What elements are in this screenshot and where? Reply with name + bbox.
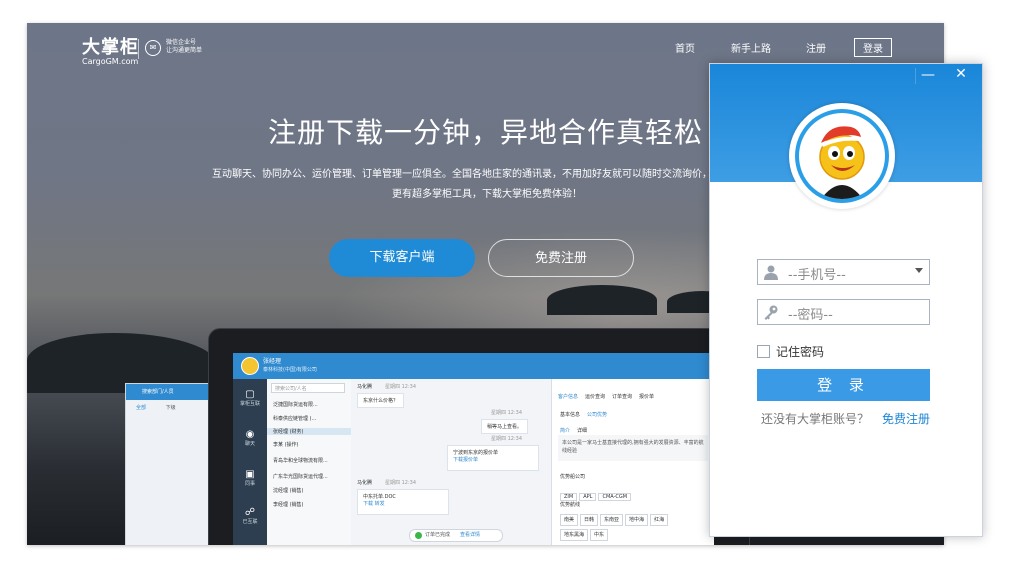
chat-time: 星期四 12:34 bbox=[491, 410, 522, 416]
phone-field[interactable]: --手机号-- bbox=[757, 259, 930, 285]
list-item: 广东华光国际货运代理... bbox=[273, 474, 328, 480]
chat-time: 星期四 12:34 bbox=[385, 480, 416, 486]
chat-sender: 马化腾 bbox=[357, 480, 373, 486]
list-item: 张经理 (财务) bbox=[267, 428, 351, 435]
info-tabs: 客户信息 运价查询 订单查询 报价单 bbox=[558, 383, 661, 402]
panel-tab-all: 全部 bbox=[136, 405, 147, 411]
chat-bubble: 稍等马上查看。 bbox=[481, 419, 529, 434]
app-info-panel: 客户信息 运价查询 订单查询 报价单 基本信息 公司优势 简介 详细 本公司是一家马士基直… bbox=[551, 379, 714, 545]
colleagues-icon: ▣ bbox=[245, 469, 255, 480]
no-account-text: 还没有大掌柜账号？ bbox=[761, 412, 870, 426]
nav-register[interactable]: 注册 bbox=[806, 40, 826, 55]
user-icon bbox=[764, 265, 778, 280]
app-chat-area: 马化腾 星期四 12:34 东京什么价格？ 星期四 12:34 稍等马上查看。 … bbox=[351, 379, 551, 545]
nav-login[interactable]: 登录 bbox=[854, 38, 892, 57]
download-client-button[interactable]: 下载客户端 bbox=[329, 239, 475, 277]
remember-checkbox[interactable] bbox=[757, 345, 770, 358]
panel-search: 搜索部门/人员 bbox=[126, 384, 221, 400]
list-item: 青岛华和全球物流有限... bbox=[273, 458, 328, 464]
tab-orders: 订单查询 bbox=[612, 394, 633, 400]
app-user-name: 张经理 bbox=[263, 358, 282, 365]
chat-sender: 马化腾 bbox=[357, 384, 373, 390]
free-register-button[interactable]: 免费注册 bbox=[488, 239, 634, 277]
tab-quotes: 报价单 bbox=[639, 394, 655, 400]
handshake-icon: ☍ bbox=[244, 507, 256, 518]
avatar bbox=[241, 357, 259, 375]
list-item: 沈经理 (销售) bbox=[273, 488, 304, 494]
advantage-carriers-title: 优势船公司 bbox=[560, 474, 586, 480]
carrier-tag: CMA-CGM bbox=[598, 493, 632, 501]
nav-guide[interactable]: 新手上路 bbox=[731, 40, 771, 55]
info-subtabs2: 简介 详细 bbox=[560, 417, 594, 436]
phone-placeholder: --手机号-- bbox=[788, 268, 846, 283]
minimize-button[interactable]: — bbox=[915, 68, 940, 84]
wechat-label-line1: 微信企业号 bbox=[166, 39, 197, 46]
site-logo[interactable]: 大掌柜 CargoGM.com bbox=[82, 33, 139, 66]
login-button[interactable]: 登 录 bbox=[757, 369, 930, 401]
app-user-company: 泰林科技(中国)有限公司 bbox=[263, 367, 317, 373]
advantage-routes-title: 优势航线 bbox=[560, 502, 581, 508]
logo-divider bbox=[138, 39, 139, 59]
close-button[interactable]: ✕ bbox=[949, 67, 973, 83]
connect-icon: ▢ bbox=[245, 389, 255, 400]
subtab-brief: 简介 bbox=[560, 428, 571, 434]
sidebar-item-chat: ◉ 聊天 bbox=[233, 429, 267, 447]
mascot-icon bbox=[799, 113, 885, 199]
avatar bbox=[789, 103, 895, 209]
company-intro: 本公司是一家马士基直接代理的,拥有强大的发展资源、丰富的航线经验 bbox=[558, 435, 708, 461]
laptop-mockup: 张经理 泰林科技(中国)有限公司 ▢ 掌柜互联 ◉ 聊天 ▣ 同事 ☍ 已互联 搜索公司… bbox=[208, 328, 750, 545]
panel-tab-sub: 下级 bbox=[165, 405, 176, 411]
sidebar-item-connect: ▢ 掌柜互联 bbox=[233, 389, 267, 407]
list-item: 李某 (操作) bbox=[273, 442, 299, 448]
chat-time: 星期四 12:34 bbox=[385, 384, 416, 390]
app-header: 张经理 泰林科技(中国)有限公司 bbox=[233, 353, 714, 379]
key-icon bbox=[764, 305, 778, 320]
chat-file-bubble: 中东托单.DOC 下载 转发 bbox=[357, 489, 449, 515]
wechat-icon: ✉ bbox=[145, 40, 161, 56]
chat-icon: ◉ bbox=[245, 429, 255, 440]
carrier-tag: ZIM bbox=[560, 493, 578, 501]
password-field[interactable]: --密码-- bbox=[757, 299, 930, 325]
chevron-down-icon[interactable] bbox=[915, 268, 923, 273]
chat-bubble: 东京什么价格？ bbox=[357, 393, 405, 408]
app-screenshot: 张经理 泰林科技(中国)有限公司 ▢ 掌柜互联 ◉ 聊天 ▣ 同事 ☍ 已互联 搜索公司… bbox=[233, 353, 714, 545]
logo-text-cn: 大掌柜 bbox=[82, 37, 139, 58]
carrier-tag: APL bbox=[579, 493, 597, 501]
tab-customer-info: 客户信息 bbox=[558, 394, 579, 400]
rock-silhouette bbox=[547, 285, 657, 315]
route-tags: 南美 日韩 东南亚 地中海 红海地东黑海 中东 bbox=[560, 511, 710, 541]
route-tag: 地中海 bbox=[625, 514, 649, 526]
sidebar-item-colleagues: ▣ 同事 bbox=[233, 469, 267, 487]
tab-rates: 运价查询 bbox=[585, 394, 606, 400]
remember-label: 记住密码 bbox=[776, 345, 825, 359]
wechat-label-line2: 让沟通更简单 bbox=[166, 47, 203, 54]
password-placeholder: --密码-- bbox=[788, 308, 833, 323]
list-item: 李经理 (销售) bbox=[273, 502, 304, 508]
wechat-label: 微信企业号 让沟通更简单 bbox=[166, 39, 202, 55]
subtab-detail: 详细 bbox=[577, 428, 588, 434]
app-sidebar: ▢ 掌柜互联 ◉ 聊天 ▣ 同事 ☍ 已互联 bbox=[233, 379, 267, 545]
list-item: 泛捷国际货运有限... bbox=[273, 402, 318, 408]
chat-time: 星期四 12:34 bbox=[491, 436, 522, 442]
mascot-graphic bbox=[819, 126, 865, 199]
list-item: 科泰供应链管理 (... bbox=[273, 416, 317, 422]
route-tag: 日韩 bbox=[580, 514, 599, 526]
route-tag: 中东 bbox=[590, 529, 609, 541]
route-tag: 南美 bbox=[560, 514, 579, 526]
route-tag: 红海 bbox=[650, 514, 669, 526]
check-icon bbox=[415, 532, 422, 539]
nav-home[interactable]: 首页 bbox=[675, 40, 695, 55]
app-contact-list: 搜索公司/人名 泛捷国际货运有限... 科泰供应链管理 (... 张经理 (财务… bbox=[267, 379, 352, 545]
logo-text-en: CargoGM.com bbox=[82, 57, 139, 66]
carrier-tags: ZIM APL CMA-CGM bbox=[560, 483, 633, 502]
chat-file-bubble: 宁波到东京的报价单 下载报价单 bbox=[447, 445, 539, 471]
remember-password[interactable]: 记住密码 bbox=[757, 343, 824, 360]
login-window: — ✕ --手机号-- --密码-- 记住密码 登 录 还没有大掌柜账号？ 免费… bbox=[709, 63, 983, 537]
route-tag: 地东黑海 bbox=[560, 529, 589, 541]
free-register-link[interactable]: 免费注册 bbox=[882, 410, 930, 427]
order-status-pill: 订单已完成 查看详情 bbox=[409, 529, 503, 542]
app-search-input: 搜索公司/人名 bbox=[271, 383, 345, 393]
sidebar-item-linked: ☍ 已互联 bbox=[233, 507, 267, 525]
route-tag: 东南亚 bbox=[600, 514, 624, 526]
